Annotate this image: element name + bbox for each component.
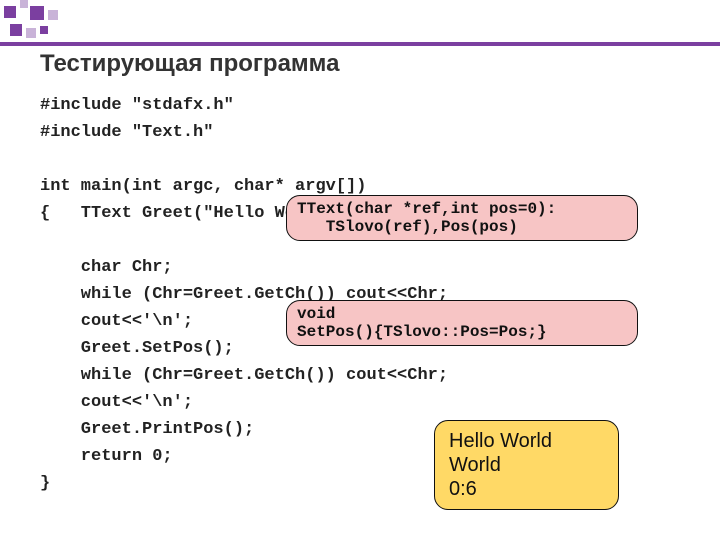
code-line: int main(int argc, char* argv[]) xyxy=(40,177,366,196)
annotation-constructor: TText(char *ref,int pos=0): TSlovo(ref),… xyxy=(286,195,638,241)
output-line: World xyxy=(449,453,604,477)
annotation-setpos: void SetPos(){TSlovo::Pos=Pos;} xyxy=(286,300,638,346)
output-box: Hello World World 0:6 xyxy=(434,420,619,510)
output-line: Hello World xyxy=(449,429,604,453)
code-line: Greet.SetPos(); xyxy=(40,339,234,358)
code-line: #include "Text.h" xyxy=(40,123,213,142)
code-line: while (Chr=Greet.GetCh()) cout<<Chr; xyxy=(40,366,448,385)
code-line: } xyxy=(40,474,50,493)
slide-title: Тестирующая программа xyxy=(40,50,339,78)
code-line: return 0; xyxy=(40,447,173,466)
code-line: cout<<'\n'; xyxy=(40,312,193,331)
code-line: char Chr; xyxy=(40,258,173,277)
code-line: cout<<'\n'; xyxy=(40,393,193,412)
code-line: #include "stdafx.h" xyxy=(40,96,234,115)
code-line: Greet.PrintPos(); xyxy=(40,420,254,439)
header-decoration xyxy=(0,0,720,46)
code-block: #include "stdafx.h" #include "Text.h" in… xyxy=(40,92,448,497)
output-line: 0:6 xyxy=(449,477,604,501)
